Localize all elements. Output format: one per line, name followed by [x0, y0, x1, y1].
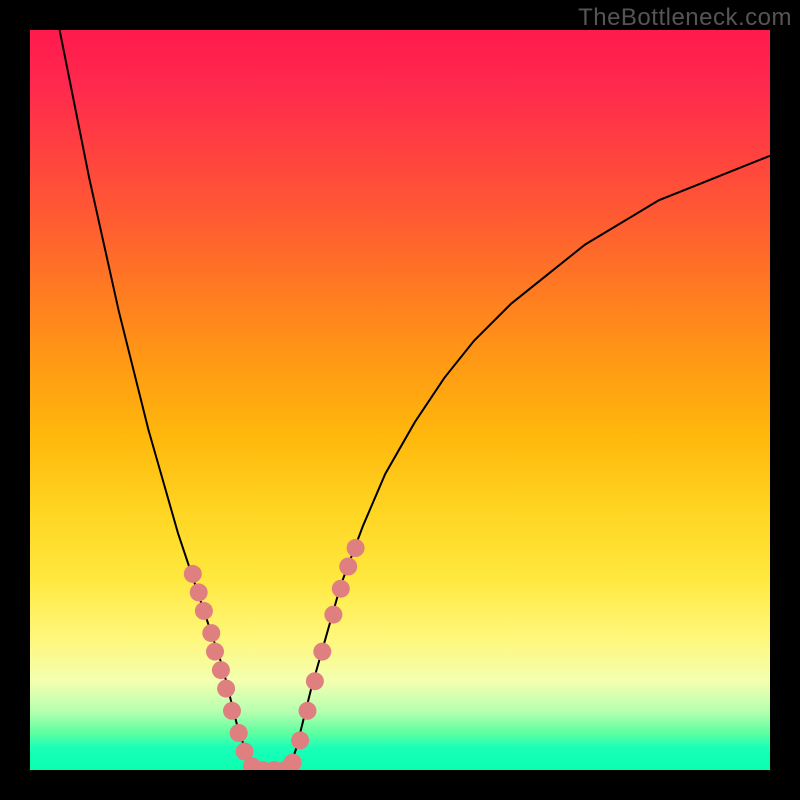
bottleneck-curve-right — [289, 156, 770, 770]
highlighted-dot — [313, 643, 331, 661]
highlighted-dot — [284, 754, 302, 770]
highlighted-dot — [206, 643, 224, 661]
chart-svg — [30, 30, 770, 770]
highlighted-dot — [339, 558, 357, 576]
highlighted-dot — [324, 606, 342, 624]
highlighted-dot — [190, 583, 208, 601]
highlighted-dot — [212, 661, 230, 679]
highlighted-dot — [223, 702, 241, 720]
highlighted-dot — [299, 702, 317, 720]
highlighted-dot — [306, 672, 324, 690]
highlighted-dot — [184, 565, 202, 583]
highlighted-dot — [230, 724, 248, 742]
highlighted-dot — [195, 602, 213, 620]
highlighted-dots-group — [184, 539, 365, 770]
chart-frame: TheBottleneck.com — [0, 0, 800, 800]
highlighted-dot — [291, 731, 309, 749]
watermark-text: TheBottleneck.com — [578, 4, 792, 32]
highlighted-dot — [217, 680, 235, 698]
highlighted-dot — [347, 539, 365, 557]
plot-area — [30, 30, 770, 770]
highlighted-dot — [332, 580, 350, 598]
highlighted-dot — [202, 624, 220, 642]
bottleneck-curve-left — [60, 30, 252, 770]
